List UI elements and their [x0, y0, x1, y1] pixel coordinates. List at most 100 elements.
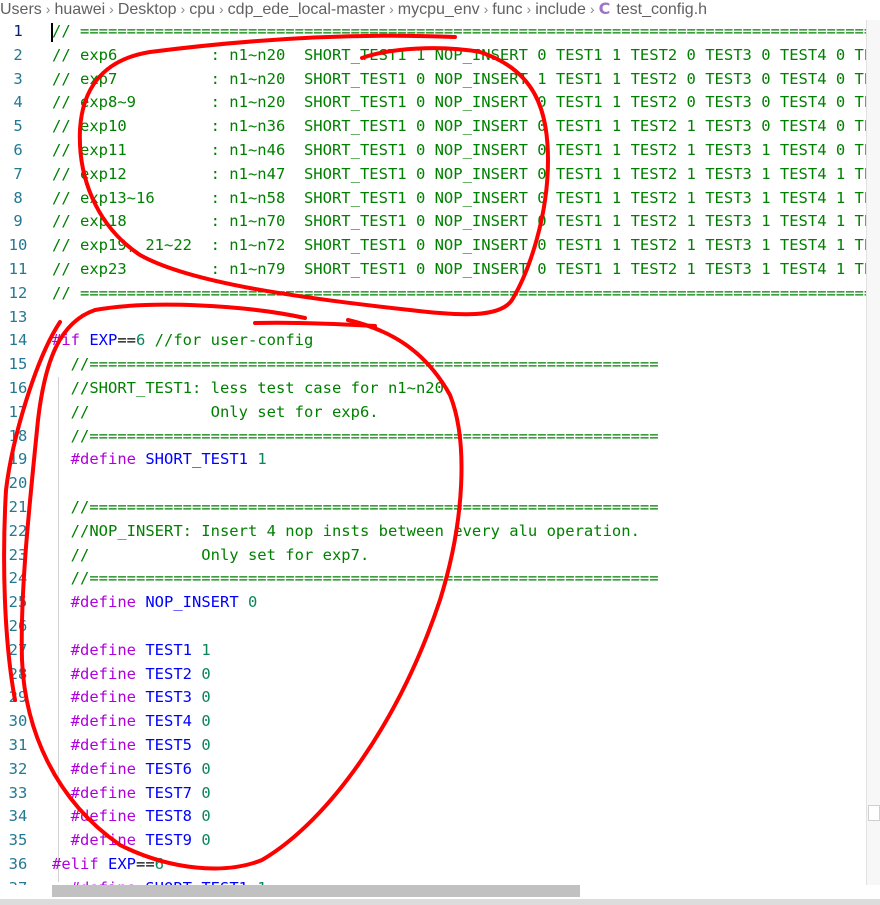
breadcrumb-item[interactable]: Desktop [118, 1, 177, 18]
code-text: // Only set for exp7. [52, 544, 370, 568]
line-number: 13 [8, 307, 28, 326]
code-token: 0 [238, 593, 258, 612]
line-number: 12 [8, 283, 28, 302]
breadcrumb-item[interactable]: mycpu_env [398, 1, 480, 18]
code-line[interactable]: 8 // exp13~16 : n1~n58 SHORT_TEST1 0 NOP_… [0, 187, 880, 211]
code-token: TEST6 [145, 759, 192, 778]
code-line[interactable]: 33 #define TEST7 0 [0, 782, 880, 806]
code-token: #define [52, 831, 146, 850]
code-token: TEST3 [145, 688, 192, 707]
code-text: #define TEST9 0 [52, 829, 211, 853]
breadcrumb-item[interactable]: cdp_ede_local-master [228, 1, 385, 18]
code-token: #define [52, 712, 146, 731]
code-token: #define [52, 450, 146, 469]
code-line[interactable]: 26 [0, 615, 880, 639]
code-line[interactable]: 12 // ===================================… [0, 282, 880, 306]
code-token: // exp11 : n1~n46 SHORT_TEST1 0 NOP_INSE… [52, 141, 880, 159]
code-text: #if EXP==6 //for user-config [52, 329, 313, 353]
breadcrumb-item[interactable]: huawei [54, 1, 105, 18]
code-token: TEST1 [145, 640, 192, 659]
horizontal-scrollbar-thumb[interactable] [52, 885, 580, 897]
code-token: // exp10 : n1~n36 SHORT_TEST1 0 NOP_INSE… [52, 117, 880, 136]
code-text: // Only set for exp6. [52, 401, 379, 425]
code-line[interactable]: 17 // Only set for exp6. [0, 401, 880, 425]
line-number: 2 [13, 45, 23, 64]
code-text: #define TEST3 0 [52, 686, 211, 710]
line-number: 23 [8, 545, 28, 564]
code-line[interactable]: 36 #elif EXP==6 [0, 853, 880, 877]
code-token: 0 [192, 783, 211, 802]
code-line[interactable]: 16 //SHORT_TEST1: less test case for n1~… [0, 377, 880, 401]
code-line[interactable]: 7 // exp12 : n1~n47 SHORT_TEST1 0 NOP_INS… [0, 163, 880, 187]
code-line[interactable]: 30 #define TEST4 0 [0, 710, 880, 734]
code-line[interactable]: 22 //NOP_INSERT: Insert 4 nop insts betw… [0, 520, 880, 544]
code-text: // =====================================… [52, 20, 880, 44]
code-token: EXP [108, 855, 136, 873]
code-line[interactable]: 15 //===================================… [0, 353, 880, 377]
breadcrumb-item[interactable]: Users [0, 1, 42, 18]
code-line[interactable]: 35 #define TEST9 0 [0, 829, 880, 853]
code-line[interactable]: 6 // exp11 : n1~n46 SHORT_TEST1 0 NOP_INS… [0, 139, 880, 163]
code-token: // exp8~9 : n1~n20 SHORT_TEST1 0 NOP_INS… [52, 93, 880, 112]
code-line[interactable]: 29 #define TEST3 0 [0, 686, 880, 710]
code-line[interactable]: 11 // exp23 : n1~n79 SHORT_TEST1 0 NOP_IN… [0, 258, 880, 282]
code-text: #define TEST7 0 [52, 782, 211, 806]
code-token: 0 [192, 664, 211, 683]
code-line[interactable]: 14 #if EXP==6 //for user-config [0, 329, 880, 353]
breadcrumb-item[interactable]: func [492, 1, 522, 18]
code-token: // =====================================… [52, 22, 880, 40]
code-line[interactable]: 13 [0, 306, 880, 330]
code-text: // exp6 : n1~n20 SHORT_TEST1 1 NOP_INSER… [52, 44, 880, 68]
code-token: //======================================… [52, 569, 659, 588]
code-line[interactable]: 23 // Only set for exp7. [0, 544, 880, 568]
code-line[interactable]: 19 #define SHORT_TEST1 1 [0, 448, 880, 472]
code-token: // exp12 : n1~n47 SHORT_TEST1 0 NOP_INSE… [52, 164, 880, 183]
code-line[interactable]: 5 // exp10 : n1~n36 SHORT_TEST1 0 NOP_INS… [0, 115, 880, 139]
code-line[interactable]: 18 //===================================… [0, 425, 880, 449]
code-token: TEST4 [145, 712, 192, 731]
code-text: // exp18 : n1~n70 SHORT_TEST1 0 NOP_INSE… [52, 210, 880, 234]
code-line[interactable]: 25 #define NOP_INSERT 0 [0, 591, 880, 615]
code-line[interactable]: 3 // exp7 : n1~n20 SHORT_TEST1 0 NOP_INSE… [0, 68, 880, 92]
code-line[interactable]: 31 #define TEST5 0 [0, 734, 880, 758]
line-number: 36 [8, 855, 28, 873]
code-line[interactable]: 9 // exp18 : n1~n70 SHORT_TEST1 0 NOP_INS… [0, 210, 880, 234]
code-line[interactable]: 27 #define TEST1 1 [0, 639, 880, 663]
code-text: #define NOP_INSERT 0 [52, 591, 258, 615]
code-line[interactable]: 1 // ====================================… [0, 20, 880, 44]
code-line[interactable]: 32 #define TEST6 0 [0, 758, 880, 782]
code-line[interactable]: 34 #define TEST8 0 [0, 805, 880, 829]
line-number: 19 [8, 450, 28, 469]
code-text: //SHORT_TEST1: less test case for n1~n20… [52, 377, 454, 401]
code-token: 6 [136, 331, 146, 350]
code-token: //SHORT_TEST1: less test case for n1~n20… [52, 379, 454, 397]
line-number: 1 [13, 22, 23, 40]
line-number: 34 [8, 807, 28, 826]
code-line[interactable]: 21 //===================================… [0, 496, 880, 520]
code-line[interactable]: 2 // exp6 : n1~n20 SHORT_TEST1 1 NOP_INSE… [0, 44, 880, 68]
breadcrumb-item[interactable]: include [535, 1, 586, 18]
line-number: 8 [13, 188, 23, 207]
code-text: #elif EXP==6 [52, 853, 164, 877]
code-token: 1 [247, 450, 267, 469]
code-line[interactable]: 10 // exp19, 21~22 : n1~n72 SHORT_TEST1 0… [0, 234, 880, 258]
code-editor[interactable]: 1 // ====================================… [0, 20, 880, 885]
vertical-scrollbar[interactable] [866, 20, 880, 885]
code-line[interactable]: 24 //===================================… [0, 567, 880, 591]
code-line[interactable]: 4 // exp8~9 : n1~n20 SHORT_TEST1 0 NOP_IN… [0, 91, 880, 115]
code-token: #define [52, 736, 146, 754]
line-number: 33 [8, 783, 28, 802]
code-line[interactable]: 37 #define SHORT_TEST1 1 [0, 877, 880, 885]
code-token: == [117, 331, 136, 350]
code-text: //======================================… [52, 425, 659, 449]
line-number: 31 [8, 736, 28, 754]
code-text: #define SHORT_TEST1 1 [52, 877, 267, 885]
code-token: 0 [192, 759, 211, 778]
breadcrumb-item[interactable]: cpu [189, 1, 215, 18]
line-number: 9 [13, 212, 23, 231]
code-token: // Only set for exp6. [52, 402, 379, 421]
breadcrumb-file-name[interactable]: test_config.h [616, 1, 707, 18]
code-token: //NOP_INSERT: Insert 4 nop insts between… [52, 521, 640, 540]
code-line[interactable]: 28 #define TEST2 0 [0, 663, 880, 687]
code-line[interactable]: 20 [0, 472, 880, 496]
